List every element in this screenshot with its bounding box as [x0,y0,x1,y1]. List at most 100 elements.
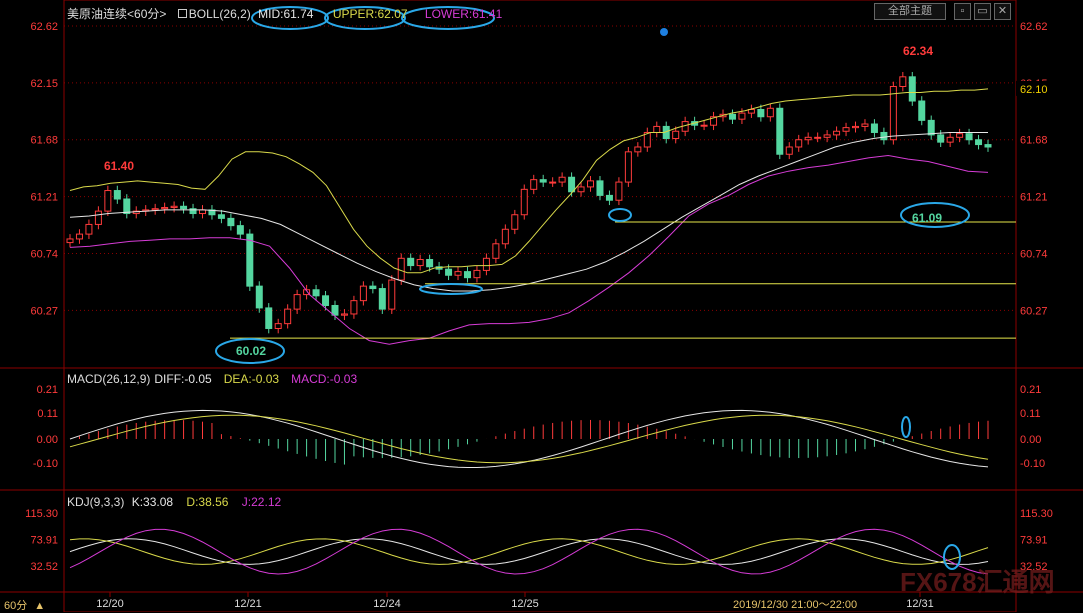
candle[interactable] [303,284,311,300]
highlight-ellipse [608,208,632,222]
candle[interactable] [265,303,273,334]
candle[interactable] [956,128,964,143]
candle[interactable] [785,142,793,160]
candle[interactable] [700,120,708,131]
candle[interactable] [359,281,367,306]
candle[interactable] [388,275,396,314]
candle[interactable] [340,309,348,321]
candle[interactable] [142,205,150,216]
candle[interactable] [66,234,74,248]
stock-chart[interactable]: 62.6262.6262.1562.1561.6861.6861.2161.21… [0,0,1083,612]
candle[interactable] [615,177,623,206]
candle[interactable] [416,254,424,271]
macd-tick-left: -0.10 [33,458,58,470]
window-icon[interactable]: ▭ [974,3,991,20]
candle[interactable] [889,81,897,145]
candle[interactable] [123,194,131,219]
minimize-icon[interactable]: ▫ [954,3,971,20]
candle[interactable] [151,203,159,215]
candle[interactable] [246,229,254,291]
candle[interactable] [861,119,869,132]
candle[interactable] [255,281,263,313]
theme-button[interactable]: 全部主题 [874,3,946,20]
boll-indicator-icon[interactable] [177,9,187,18]
candle[interactable] [804,132,812,145]
candle[interactable] [520,184,528,220]
candle[interactable] [833,126,841,140]
candle[interactable] [482,253,490,276]
candle[interactable] [653,121,661,138]
candle[interactable] [946,132,954,147]
candle[interactable] [454,266,462,281]
candle[interactable] [293,289,301,314]
candle[interactable] [161,202,169,214]
candle[interactable] [634,142,642,157]
candle[interactable] [94,206,102,230]
candle[interactable] [331,300,339,321]
candle[interactable] [965,128,973,145]
candle[interactable] [378,283,386,314]
candle[interactable] [208,205,216,220]
candle[interactable] [870,119,878,138]
candle-body [397,257,405,281]
candle[interactable] [463,266,471,283]
candle-body [473,269,481,279]
candle[interactable] [587,176,595,192]
candle[interactable] [85,219,93,239]
candle[interactable] [492,238,500,264]
candle[interactable] [842,122,850,137]
candle[interactable] [407,253,415,271]
candle[interactable] [918,96,926,126]
candle[interactable] [180,201,188,214]
candle[interactable] [104,185,112,216]
candle[interactable] [558,172,566,187]
candle[interactable] [274,318,282,334]
candle[interactable] [814,132,822,143]
candle[interactable] [236,220,244,239]
period-label[interactable]: <60分> [127,7,166,21]
candle[interactable] [643,127,651,152]
candle[interactable] [539,174,547,187]
candle[interactable] [501,224,509,249]
candle[interactable] [189,203,197,219]
candle[interactable] [369,281,377,294]
candle[interactable] [605,190,613,206]
candle[interactable] [217,209,225,224]
candle[interactable] [747,104,755,118]
candle[interactable] [880,127,888,145]
candle[interactable] [795,134,803,152]
candle[interactable] [852,121,860,133]
candle[interactable] [549,177,557,187]
candle[interactable] [823,130,831,143]
price-tick-right: 60.74 [1020,248,1048,260]
candle[interactable] [899,71,907,92]
candle-body [587,180,595,188]
candle[interactable] [776,103,784,160]
candle-body [738,112,746,120]
close-icon[interactable]: ✕ [994,3,1011,20]
candle[interactable] [113,185,121,204]
candle[interactable] [908,71,916,106]
candle[interactable] [975,134,983,150]
kdj-tick-right: 73.91 [1020,535,1048,547]
candle[interactable] [198,205,206,219]
candle[interactable] [511,209,519,235]
candle[interactable] [75,229,83,244]
candle[interactable] [766,103,774,122]
candle[interactable] [350,295,358,319]
candle-body [852,125,860,129]
period-selector[interactable]: 60分 ▲ [4,597,45,613]
candle[interactable] [596,176,604,201]
boll-label[interactable]: BOLL(26,2) [189,7,251,21]
candle[interactable] [624,146,632,187]
candle[interactable] [728,109,736,125]
candle[interactable] [170,201,178,213]
candle[interactable] [530,174,538,195]
candle[interactable] [927,115,935,140]
candle[interactable] [984,139,992,152]
candle[interactable] [473,265,481,283]
candle[interactable] [322,290,330,311]
candle[interactable] [227,213,235,231]
candle[interactable] [710,111,718,131]
candle[interactable] [284,304,292,329]
